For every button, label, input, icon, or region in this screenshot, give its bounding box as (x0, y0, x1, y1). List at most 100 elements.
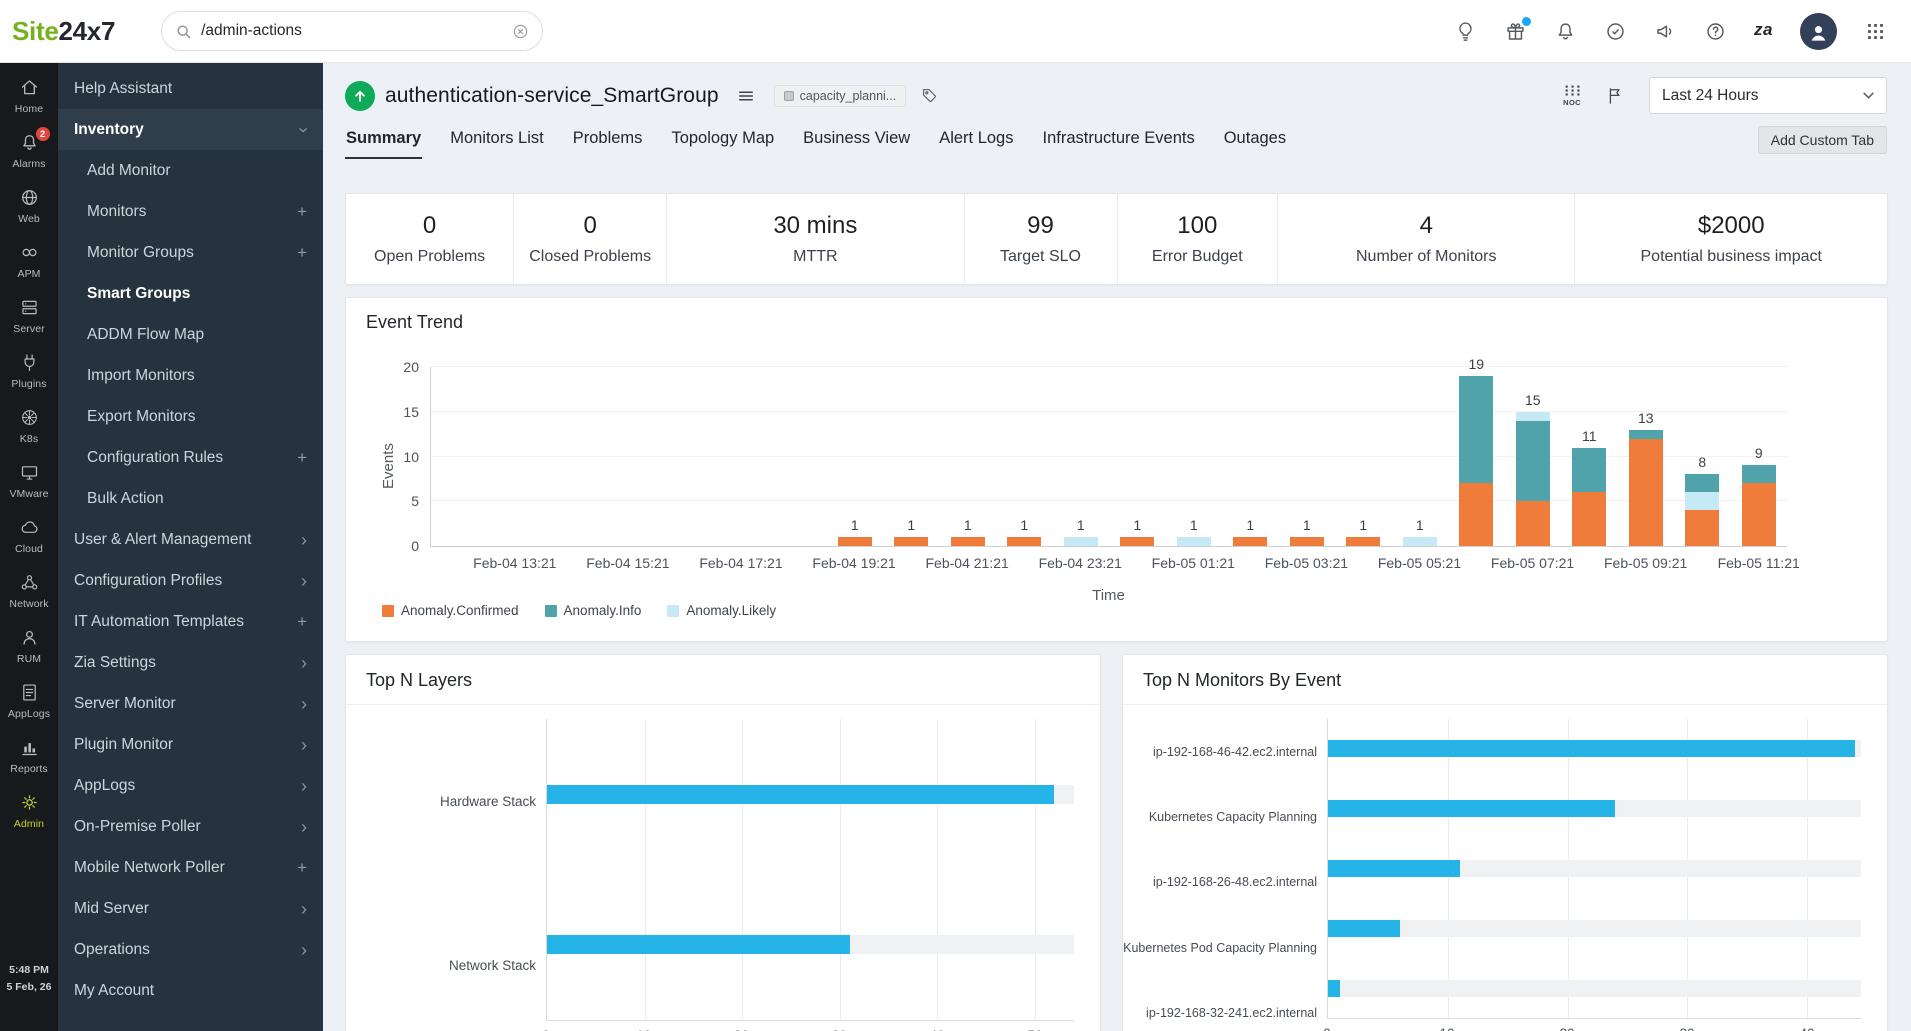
rail-item-rum[interactable]: RUM (0, 618, 58, 673)
tab-infrastructure-events[interactable]: Infrastructure Events (1041, 120, 1195, 159)
rail-item-server[interactable]: Server (0, 288, 58, 343)
rail-item-web[interactable]: Web (0, 178, 58, 233)
event-bar-segment[interactable] (1459, 483, 1493, 546)
rail-item-plugins[interactable]: Plugins (0, 343, 58, 398)
zia-icon[interactable]: za (1754, 20, 1773, 43)
sidebar-item-help-assistant[interactable]: Help Assistant (58, 68, 323, 109)
rail-item-network[interactable]: Network (0, 563, 58, 618)
event-bar-segment[interactable] (1346, 537, 1380, 546)
sidebar-item-mid-server[interactable]: Mid Server› (58, 888, 323, 929)
bar[interactable] (1328, 800, 1615, 817)
sidebar-item-import-monitors[interactable]: Import Monitors (58, 355, 323, 396)
sidebar-item-configuration-rules[interactable]: Configuration Rules+ (58, 437, 323, 478)
sidebar-item-it-automation-templates[interactable]: IT Automation Templates+ (58, 601, 323, 642)
event-bar-segment[interactable] (1685, 492, 1719, 510)
plus-icon[interactable]: + (297, 858, 307, 878)
apps-icon[interactable] (1864, 20, 1887, 43)
bell-icon[interactable] (1554, 20, 1577, 43)
bar[interactable] (547, 785, 1054, 804)
sidebar-item-zia-settings[interactable]: Zia Settings› (58, 642, 323, 683)
noc-button[interactable]: NOC (1563, 85, 1581, 107)
bar[interactable] (1328, 980, 1340, 997)
event-bar-segment[interactable] (1742, 465, 1776, 483)
avatar[interactable] (1800, 13, 1837, 50)
sidebar-item-bulk-action[interactable]: Bulk Action (58, 478, 323, 519)
event-bar-segment[interactable] (1403, 537, 1437, 546)
event-bar-segment[interactable] (1516, 501, 1550, 546)
event-bar-segment[interactable] (1459, 376, 1493, 483)
event-bar-segment[interactable] (1742, 483, 1776, 546)
bar[interactable] (1328, 860, 1460, 877)
event-bar-segment[interactable] (1685, 474, 1719, 492)
sidebar-item-export-monitors[interactable]: Export Monitors (58, 396, 323, 437)
time-range-select[interactable]: Last 24 Hours (1649, 77, 1887, 114)
tag-chip[interactable]: capacity_planni... (774, 85, 907, 107)
sidebar-item-monitor-groups[interactable]: Monitor Groups+ (58, 232, 323, 273)
event-bar-segment[interactable] (1516, 421, 1550, 502)
sidebar-item-operations[interactable]: Operations› (58, 929, 323, 970)
flag-icon[interactable] (1605, 86, 1625, 106)
rail-item-alarms[interactable]: 2Alarms (0, 123, 58, 178)
tab-outages[interactable]: Outages (1223, 120, 1287, 159)
tab-alert-logs[interactable]: Alert Logs (938, 120, 1014, 159)
event-bar-segment[interactable] (838, 537, 872, 546)
legend-item-anomaly-confirmed[interactable]: Anomaly.Confirmed (382, 603, 519, 618)
sidebar-item-smart-groups[interactable]: Smart Groups (58, 273, 323, 314)
rail-item-cloud[interactable]: Cloud (0, 508, 58, 563)
event-bar-segment[interactable] (1233, 537, 1267, 546)
plus-icon[interactable]: + (297, 243, 307, 263)
add-custom-tab-button[interactable]: Add Custom Tab (1758, 126, 1887, 154)
bar[interactable] (1328, 740, 1855, 757)
event-bar-segment[interactable] (1685, 510, 1719, 546)
search-input[interactable] (201, 22, 503, 40)
event-bar-segment[interactable] (1629, 430, 1663, 439)
event-bar-segment[interactable] (1064, 537, 1098, 546)
sidebar-item-user-alert-management[interactable]: User & Alert Management› (58, 519, 323, 560)
bulb-icon[interactable] (1454, 20, 1477, 43)
event-bar-segment[interactable] (1290, 537, 1324, 546)
tab-topology-map[interactable]: Topology Map (670, 120, 775, 159)
event-bar-segment[interactable] (1516, 412, 1550, 421)
sidebar-item-inventory[interactable]: Inventory› (58, 109, 323, 150)
event-bar-segment[interactable] (894, 537, 928, 546)
bar[interactable] (547, 935, 850, 954)
plus-icon[interactable]: + (297, 448, 307, 468)
rail-item-admin[interactable]: Admin (0, 783, 58, 838)
sidebar-item-applogs[interactable]: AppLogs› (58, 765, 323, 806)
sidebar-item-addm-flow-map[interactable]: ADDM Flow Map (58, 314, 323, 355)
event-bar-segment[interactable] (1007, 537, 1041, 546)
event-bar-segment[interactable] (1629, 439, 1663, 546)
tab-summary[interactable]: Summary (345, 120, 422, 159)
plus-icon[interactable]: + (297, 202, 307, 222)
sidebar-item-my-account[interactable]: My Account (58, 970, 323, 1011)
sidebar-item-on-premise-poller[interactable]: On-Premise Poller› (58, 806, 323, 847)
help-icon[interactable] (1704, 20, 1727, 43)
legend-item-anomaly-likely[interactable]: Anomaly.Likely (667, 603, 776, 618)
rail-item-vmware[interactable]: VMware (0, 453, 58, 508)
event-bar-segment[interactable] (1177, 537, 1211, 546)
bar[interactable] (1328, 920, 1400, 937)
sidebar-item-mobile-network-poller[interactable]: Mobile Network Poller+ (58, 847, 323, 888)
event-bar-segment[interactable] (1120, 537, 1154, 546)
rail-item-apm[interactable]: APM (0, 233, 58, 288)
plus-icon[interactable]: + (297, 612, 307, 632)
gift-icon[interactable] (1504, 20, 1527, 43)
rail-item-reports[interactable]: Reports (0, 728, 58, 783)
event-bar-segment[interactable] (951, 537, 985, 546)
legend-item-anomaly-info[interactable]: Anomaly.Info (545, 603, 642, 618)
tab-business-view[interactable]: Business View (802, 120, 911, 159)
sidebar-item-plugin-monitor[interactable]: Plugin Monitor› (58, 724, 323, 765)
rail-item-k8s[interactable]: K8s (0, 398, 58, 453)
rail-item-home[interactable]: Home (0, 68, 58, 123)
site24x7-logo[interactable]: Site24x7 (12, 16, 115, 47)
rail-item-applogs[interactable]: AppLogs (0, 673, 58, 728)
tag-icon[interactable] (920, 86, 939, 105)
feedback-icon[interactable] (1604, 20, 1627, 43)
tab-monitors-list[interactable]: Monitors List (449, 120, 545, 159)
sidebar-item-configuration-profiles[interactable]: Configuration Profiles› (58, 560, 323, 601)
clear-search-icon[interactable] (512, 23, 529, 40)
hamburger-menu-icon[interactable] (736, 86, 756, 106)
sidebar-item-server-monitor[interactable]: Server Monitor› (58, 683, 323, 724)
event-bar-segment[interactable] (1572, 448, 1606, 493)
tab-problems[interactable]: Problems (572, 120, 644, 159)
